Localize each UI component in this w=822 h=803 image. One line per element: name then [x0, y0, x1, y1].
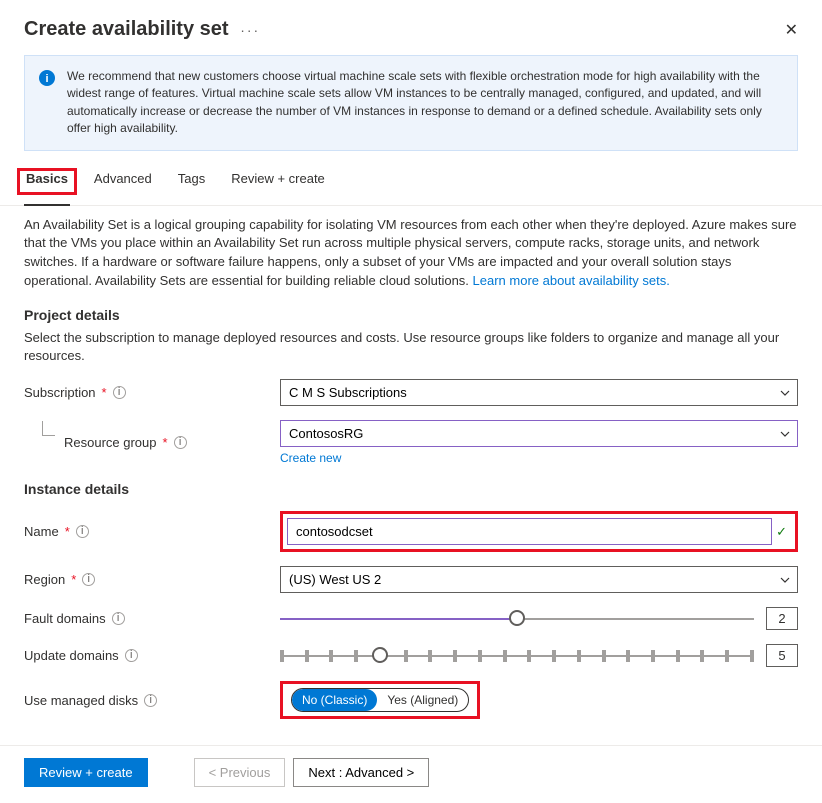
update-domains-slider[interactable]	[280, 653, 754, 659]
info-icon[interactable]: i	[174, 436, 187, 449]
info-icon[interactable]: i	[82, 573, 95, 586]
project-details-sub: Select the subscription to manage deploy…	[24, 329, 798, 365]
info-icon[interactable]: i	[76, 525, 89, 538]
name-label: Name* i	[24, 524, 280, 539]
info-icon[interactable]: i	[144, 694, 157, 707]
managed-disks-toggle[interactable]: No (Classic) Yes (Aligned)	[291, 688, 469, 712]
update-domains-label: Update domains i	[24, 648, 280, 663]
create-new-link[interactable]: Create new	[280, 451, 341, 465]
info-banner-text: We recommend that new customers choose v…	[67, 68, 783, 138]
svg-text:i: i	[45, 73, 48, 85]
info-icon: i	[39, 70, 55, 138]
tab-tags[interactable]: Tags	[176, 163, 207, 205]
fault-domains-label: Fault domains i	[24, 611, 280, 626]
subscription-label: Subscription* i	[24, 385, 280, 400]
instance-details-heading: Instance details	[24, 481, 798, 497]
resource-group-label: Resource group* i	[24, 435, 280, 450]
fault-domains-value[interactable]: 2	[766, 607, 798, 630]
next-button[interactable]: Next : Advanced >	[293, 758, 429, 787]
project-details-heading: Project details	[24, 307, 798, 323]
check-icon: ✓	[776, 524, 787, 540]
commands-more-icon[interactable]: ···	[240, 22, 260, 38]
fault-domains-slider[interactable]	[280, 616, 754, 622]
update-domains-value[interactable]: 5	[766, 644, 798, 667]
region-select[interactable]	[280, 566, 798, 593]
managed-disks-no[interactable]: No (Classic)	[292, 689, 377, 711]
managed-disks-yes[interactable]: Yes (Aligned)	[377, 689, 468, 711]
managed-disks-label: Use managed disks i	[24, 693, 280, 708]
close-button[interactable]: ✕	[785, 20, 798, 40]
info-icon[interactable]: i	[112, 612, 125, 625]
review-create-button[interactable]: Review + create	[24, 758, 148, 787]
info-icon[interactable]: i	[125, 649, 138, 662]
tab-advanced[interactable]: Advanced	[92, 163, 154, 205]
tab-review[interactable]: Review + create	[229, 163, 327, 205]
info-banner: i We recommend that new customers choose…	[24, 55, 798, 151]
info-icon[interactable]: i	[113, 386, 126, 399]
tab-bar: Basics Advanced Tags Review + create	[0, 163, 822, 206]
previous-button: < Previous	[194, 758, 286, 787]
subscription-select[interactable]	[280, 379, 798, 406]
tab-basics[interactable]: Basics	[24, 163, 70, 206]
name-input[interactable]	[287, 518, 772, 545]
intro-text: An Availability Set is a logical groupin…	[24, 216, 798, 291]
page-title: Create availability set	[24, 18, 229, 40]
learn-more-link[interactable]: Learn more about availability sets.	[473, 273, 670, 288]
region-label: Region* i	[24, 572, 280, 587]
resource-group-select[interactable]	[280, 420, 798, 447]
